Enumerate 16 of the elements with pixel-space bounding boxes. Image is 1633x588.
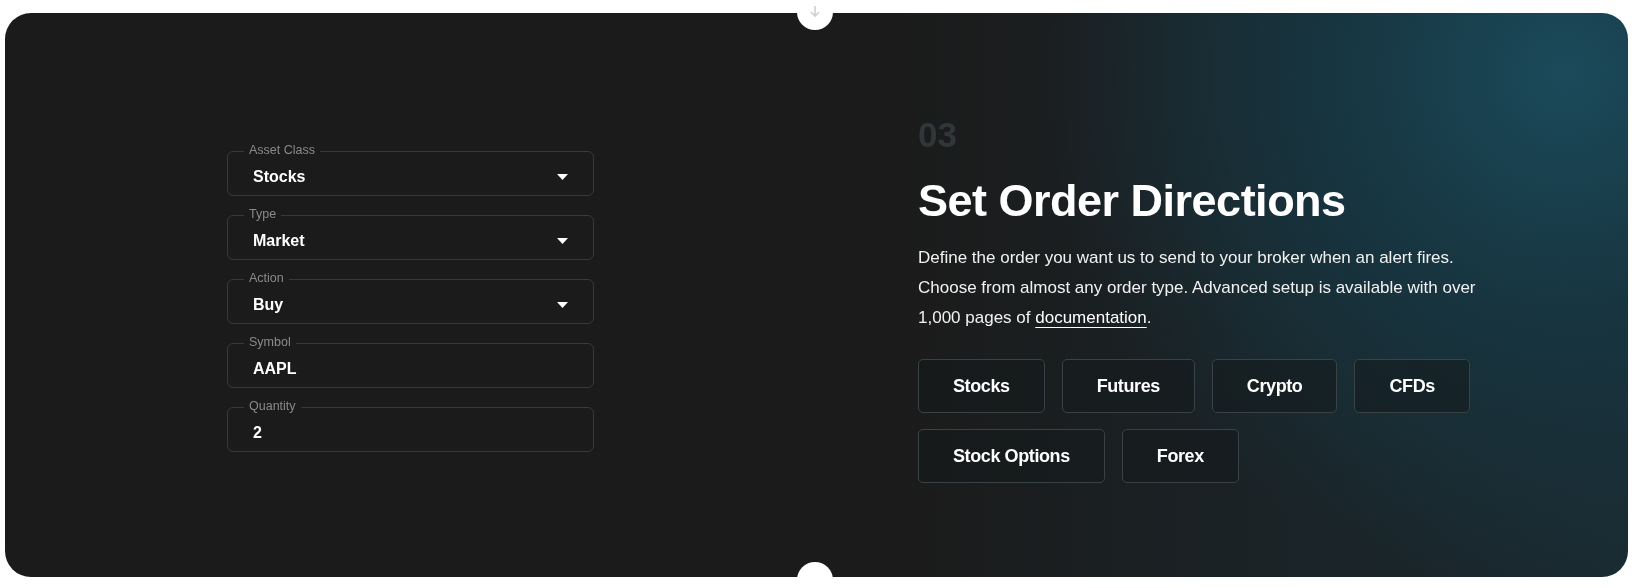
field-label: Symbol	[244, 334, 296, 350]
description: Define the order you want us to send to your broker when an alert fires. Choose from almost any order type. Advanced setup is available with over 1,000 pages of documentation.	[918, 247, 1477, 329]
caret-icon	[557, 301, 568, 308]
caret-icon	[557, 173, 568, 180]
caret-icon	[557, 237, 568, 244]
asset-class-button[interactable]: Stock Options	[918, 429, 1105, 483]
section-title: Set Order Directions	[918, 174, 1347, 228]
field-label: Type	[244, 206, 282, 222]
documentation-link[interactable]: documentation	[1035, 308, 1147, 327]
field-label: Quantity	[244, 398, 301, 414]
asset-class-button[interactable]: Futures	[1061, 359, 1195, 413]
asset-class-button[interactable]: CFDs	[1354, 359, 1470, 413]
asset-class-button[interactable]: Forex	[1121, 429, 1239, 483]
down-arrow-icon	[810, 6, 820, 18]
asset-class-button[interactable]: Crypto	[1211, 359, 1338, 413]
asset-class-button[interactable]: Stocks	[918, 359, 1045, 413]
